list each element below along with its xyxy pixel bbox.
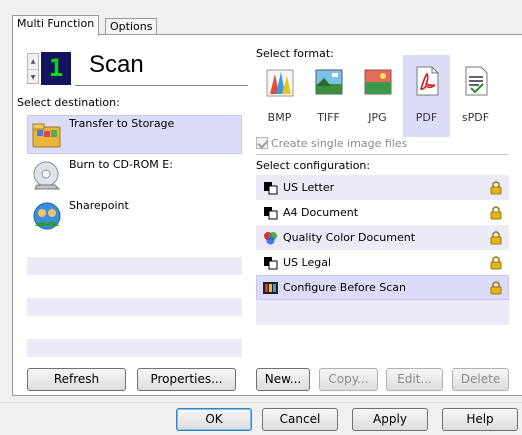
configuration-label: US Legal — [283, 256, 332, 269]
copy-configuration-button[interactable]: Copy... — [319, 368, 378, 391]
tiff-image-icon — [315, 69, 343, 95]
cancel-button[interactable]: Cancel — [262, 408, 338, 431]
format-option-jpg[interactable]: JPG — [354, 55, 401, 137]
edit-configuration-button[interactable]: Edit... — [386, 368, 443, 391]
format-option-bmp[interactable]: BMP — [256, 55, 303, 137]
configuration-label: US Letter — [283, 181, 335, 194]
configuration-label: Configure Before Scan — [283, 281, 407, 294]
apply-button[interactable]: Apply — [352, 408, 428, 431]
create-single-image-label: Create single image files — [271, 137, 408, 150]
refresh-button[interactable]: Refresh — [27, 368, 126, 391]
help-button[interactable]: Help — [442, 408, 518, 431]
lock-icon — [490, 181, 502, 195]
list-stripe — [27, 257, 242, 275]
ok-button[interactable]: OK — [176, 408, 252, 431]
configuration-list[interactable]: US Letter A4 Document Quality Color Docu… — [256, 175, 509, 355]
list-stripe — [256, 325, 509, 350]
scan-title: Scan — [89, 51, 144, 78]
tab-multi-function[interactable]: Multi Function — [12, 15, 100, 36]
destination-list[interactable]: Transfer to Storage Burn to CD-ROM E: Sh… — [27, 111, 242, 361]
multi-function-panel: ▲ ▼ 1 Scan Select destination: Transfer … — [12, 34, 522, 396]
format-label: sPDF — [461, 111, 490, 124]
sharepoint-icon — [33, 202, 61, 230]
configuration-label: A4 Document — [283, 206, 359, 219]
list-stripe — [27, 298, 242, 316]
configuration-item-us-legal[interactable]: US Legal — [256, 250, 509, 275]
create-single-image-checkbox-row[interactable]: Create single image files — [256, 137, 407, 150]
format-label: BMP — [267, 111, 292, 124]
destination-item-sharepoint[interactable]: Sharepoint — [27, 197, 242, 236]
lock-icon — [490, 281, 502, 295]
format-option-pdf[interactable]: PDF — [403, 55, 450, 137]
destination-heading: Select destination: — [17, 96, 120, 109]
configuration-item-us-letter[interactable]: US Letter — [256, 175, 509, 200]
bw-document-icon — [264, 207, 278, 220]
destination-item-transfer-to-storage[interactable]: Transfer to Storage — [27, 115, 242, 154]
list-stripe — [27, 339, 242, 357]
destination-label: Transfer to Storage — [69, 117, 175, 130]
create-single-image-checkbox[interactable] — [256, 137, 268, 149]
spdf-document-icon — [465, 66, 488, 96]
bw-document-icon — [264, 257, 278, 270]
destination-item-burn-to-cd-rom[interactable]: Burn to CD-ROM E: — [27, 156, 242, 195]
scan-number-display: 1 — [41, 52, 71, 85]
lock-icon — [490, 231, 502, 245]
cd-rom-icon — [33, 161, 61, 190]
lock-icon — [490, 256, 502, 270]
destination-label: Burn to CD-ROM E: — [69, 158, 173, 171]
jpg-image-icon — [364, 69, 392, 95]
pdf-document-icon — [416, 66, 439, 96]
delete-configuration-button[interactable]: Delete — [452, 368, 509, 391]
configuration-item-quality-color-document[interactable]: Quality Color Document — [256, 225, 509, 250]
folder-storage-icon — [32, 123, 61, 148]
spinner-down-icon[interactable]: ▼ — [28, 69, 38, 84]
color-document-icon — [264, 232, 277, 245]
bw-document-icon — [264, 182, 278, 195]
destination-label: Sharepoint — [69, 199, 129, 212]
bmp-paint-icon — [266, 69, 294, 97]
list-stripe — [256, 300, 509, 325]
configuration-heading: Select configuration: — [256, 159, 371, 172]
format-divider — [256, 154, 509, 155]
footer-divider — [0, 402, 522, 403]
tab-options[interactable]: Options — [105, 18, 158, 35]
configure-scan-icon — [263, 282, 278, 294]
configuration-item-configure-before-scan[interactable]: Configure Before Scan — [256, 275, 509, 300]
lock-icon — [490, 206, 502, 220]
scan-number-spinner[interactable]: ▲ ▼ — [27, 53, 39, 84]
format-option-tiff[interactable]: TIFF — [305, 55, 352, 137]
format-option-spdf[interactable]: sPDF — [452, 55, 499, 137]
spinner-up-icon[interactable]: ▲ — [28, 54, 38, 69]
format-label: JPG — [368, 111, 387, 124]
configuration-label: Quality Color Document — [283, 231, 416, 244]
format-label: TIFF — [317, 111, 340, 124]
title-divider — [75, 85, 248, 86]
configuration-item-a4-document[interactable]: A4 Document — [256, 200, 509, 225]
format-label: PDF — [415, 111, 438, 124]
properties-button[interactable]: Properties... — [137, 368, 236, 391]
new-configuration-button[interactable]: New... — [256, 368, 310, 391]
